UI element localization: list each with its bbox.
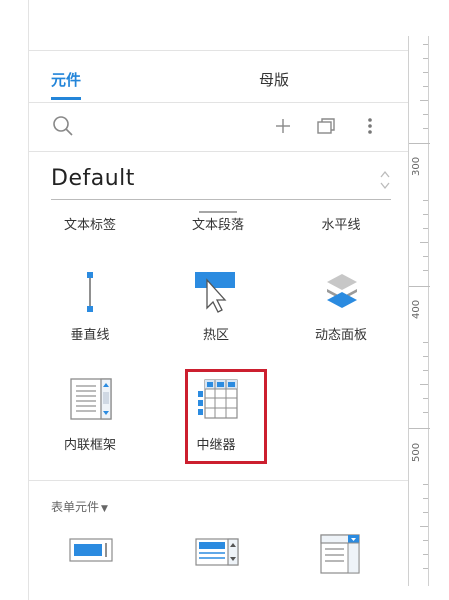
more-vertical-icon[interactable]: [366, 116, 374, 140]
text-area-icon[interactable]: [195, 538, 239, 570]
library-toolbar: [29, 104, 409, 152]
tab-masters[interactable]: 母版: [259, 69, 289, 90]
widget-label: 水平线: [321, 218, 361, 233]
stack-icon[interactable]: [315, 116, 337, 140]
ruler-label-400: 400: [411, 299, 422, 319]
widget-label: 垂直线: [70, 328, 110, 343]
section-divider: [29, 480, 409, 481]
list-box-icon[interactable]: [320, 534, 360, 578]
hotspot-icon: [193, 270, 239, 318]
widget-label: 动态面板: [314, 328, 367, 343]
ruler-label-300: 300: [411, 156, 422, 176]
widget-label: 文本段落: [191, 218, 244, 233]
ruler-label-500: 500: [411, 442, 422, 462]
vertical-ruler: 300 400 500: [408, 36, 430, 586]
tab-widgets[interactable]: 元件: [51, 69, 82, 100]
selection-highlight: [185, 369, 267, 464]
inline-frame-icon: [70, 378, 112, 424]
library-select-value: Default: [51, 166, 135, 191]
layers-icon: [321, 270, 363, 316]
form-section-title: 表单元件: [51, 500, 100, 514]
panel-tabs: 元件 母版: [29, 51, 409, 103]
search-icon[interactable]: [51, 114, 75, 142]
vertical-line-icon: [84, 270, 96, 318]
caret-down-icon: ▼: [101, 504, 108, 514]
text-field-icon[interactable]: [69, 538, 113, 566]
library-select[interactable]: Default: [51, 162, 391, 200]
widget-label: 文本标签: [63, 218, 116, 233]
widget-library-panel: 元件 母版 Default 文本标签 文本段落 水平线 垂直线 热区 动态面板 …: [28, 0, 409, 600]
chevron-up-down-icon: [379, 168, 391, 196]
widget-label: 内联框架: [63, 438, 116, 453]
plus-icon[interactable]: [273, 116, 293, 140]
widget-label: 热区: [202, 328, 229, 343]
form-section-header[interactable]: 表单元件 ▼: [51, 498, 108, 515]
